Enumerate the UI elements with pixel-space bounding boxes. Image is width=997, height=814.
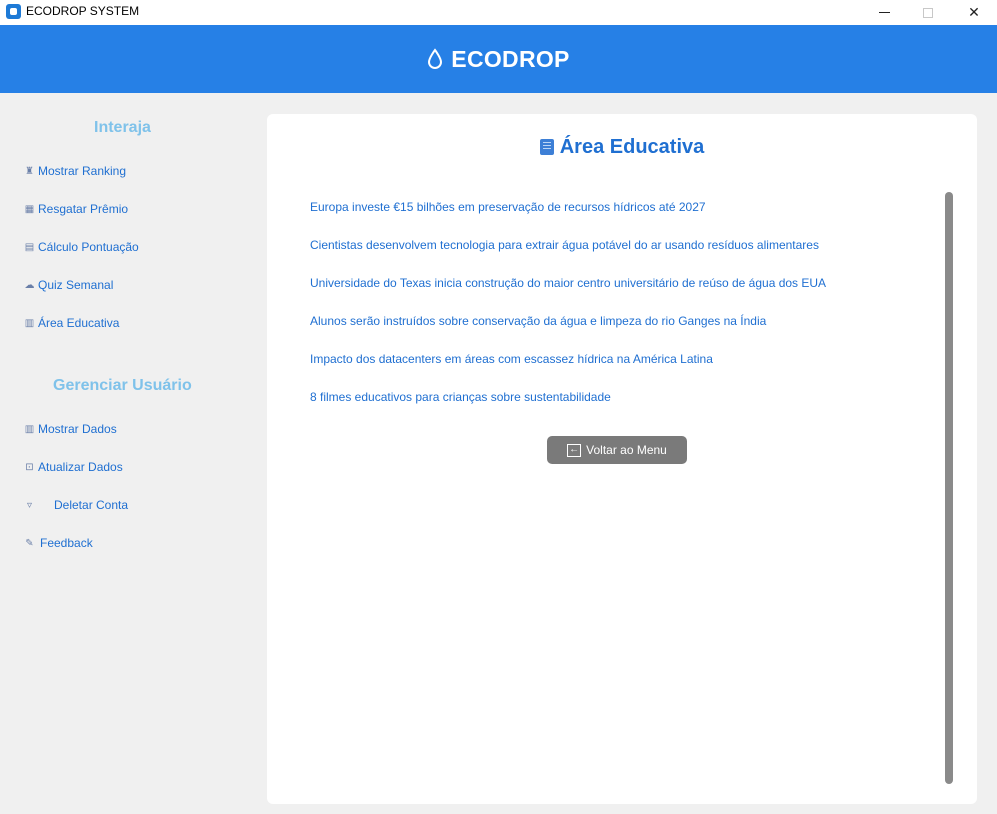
sidebar-item-atualizar-dados[interactable]: ⊡ Atualizar Dados [24,460,123,474]
book-icon [539,139,554,155]
trophy-icon: ♜ [25,165,34,177]
window-titlebar: ECODROP SYSTEM ✕ [0,0,997,25]
water-drop-icon [428,48,443,69]
sidebar-item-deletar-conta[interactable]: ▿ Deletar Conta [24,498,128,512]
content-panel: Área Educativa Europa investe €15 bilhõe… [267,114,977,804]
sidebar-item-mostrar-dados[interactable]: ▥ Mostrar Dados [24,422,117,436]
sidebar-item-label: Mostrar Dados [38,422,117,436]
minimize-button[interactable] [861,0,907,25]
pencil-icon: ✎ [25,537,34,549]
refresh-icon: ⊡ [25,461,34,473]
book-icon: ▥ [24,317,35,329]
brain-icon: ☁ [24,279,35,291]
page-title: Área Educativa [267,136,977,159]
news-link[interactable]: Impacto dos datacenters em áreas com esc… [310,352,713,366]
sidebar-item-label: Cálculo Pontuação [38,240,139,254]
gift-icon: ▦ [24,203,35,215]
sidebar-item-label: Deletar Conta [54,498,129,512]
news-link[interactable]: Cientistas desenvolvem tecnologia para e… [310,238,819,252]
sidebar-item-label: Feedback [40,536,93,550]
sidebar: Interaja ♜ Mostrar Ranking ▦ Resgatar Pr… [0,93,255,814]
window-title: ECODROP SYSTEM [26,4,140,18]
page-title-text: Área Educativa [559,136,705,158]
bar-chart-icon: ▥ [24,423,35,435]
app-icon [6,4,21,19]
section-heading-interaja: Interaja [94,119,151,136]
news-link[interactable]: Europa investe €15 bilhões em preservaçã… [310,200,706,214]
brand-title: ECODROP [451,45,570,72]
news-link[interactable]: 8 filmes educativos para crianças sobre … [310,390,611,404]
back-to-menu-button[interactable]: ← Voltar ao Menu [547,436,687,464]
maximize-button[interactable] [905,0,951,25]
calculator-icon: ▤ [24,241,35,253]
news-link[interactable]: Alunos serão instruídos sobre conservaçã… [310,314,766,328]
minimize-icon [878,12,890,13]
app-header: ECODROP [0,25,997,93]
close-button[interactable]: ✕ [951,0,997,25]
scrollbar[interactable] [945,192,953,784]
sidebar-item-resgatar-premio[interactable]: ▦ Resgatar Prêmio [24,202,128,216]
sidebar-item-label: Resgatar Prêmio [38,202,129,216]
back-arrow-icon: ← [567,443,582,457]
sidebar-item-label: Atualizar Dados [38,460,123,474]
close-icon: ✕ [968,4,980,20]
sidebar-item-area-educativa[interactable]: ▥ Área Educativa [24,316,120,330]
sidebar-item-label: Quiz Semanal [38,278,114,292]
back-to-menu-label: Voltar ao Menu [586,443,667,457]
maximize-icon [923,7,933,18]
sidebar-item-calculo-pontuacao[interactable]: ▤ Cálculo Pontuação [24,240,139,254]
sidebar-item-mostrar-ranking[interactable]: ♜ Mostrar Ranking [24,164,126,178]
sidebar-item-feedback[interactable]: ✎ Feedback [24,536,93,550]
trash-icon: ▿ [26,499,33,511]
news-link[interactable]: Universidade do Texas inicia construção … [310,276,826,290]
sidebar-item-label: Mostrar Ranking [38,164,127,178]
sidebar-item-label: Área Educativa [38,316,120,330]
sidebar-item-quiz-semanal[interactable]: ☁ Quiz Semanal [24,278,114,292]
section-heading-gerenciar: Gerenciar Usuário [53,377,192,394]
